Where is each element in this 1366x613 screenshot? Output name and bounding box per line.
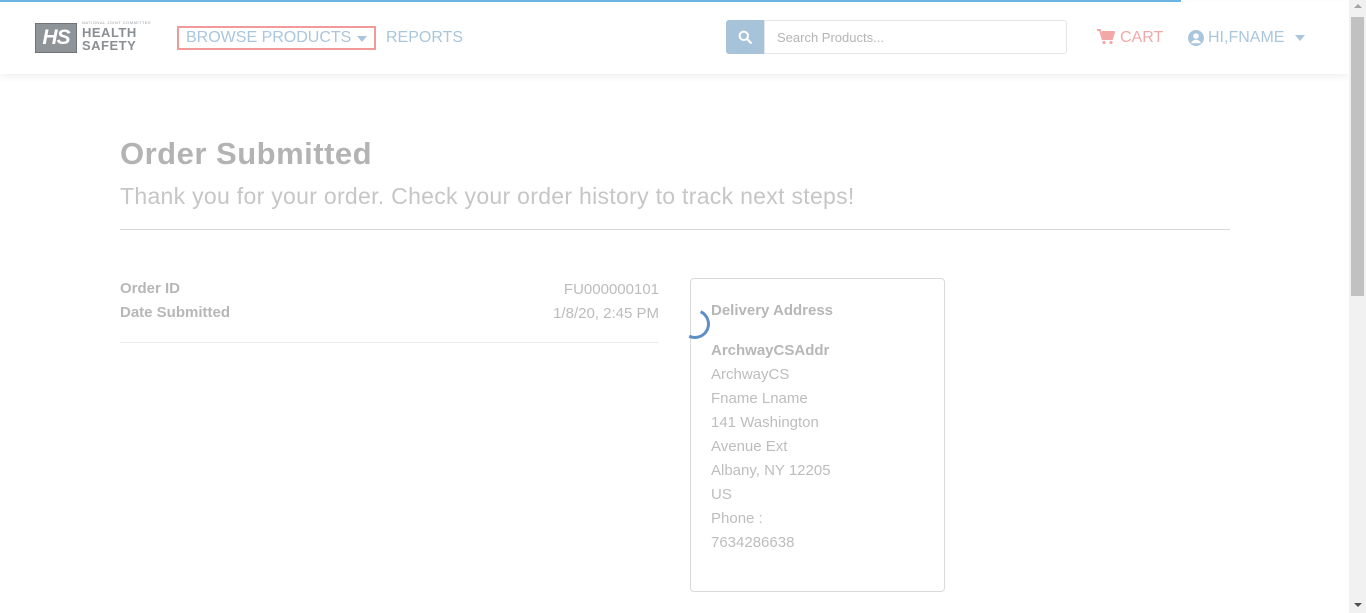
browse-products-label: BROWSE PRODUCTS — [186, 29, 352, 46]
address-line: Fname Lname — [711, 390, 808, 407]
address-line: US — [711, 486, 732, 503]
caret-down-icon — [357, 36, 367, 42]
user-menu-dropdown[interactable]: HI,FNAME — [1188, 28, 1318, 48]
address-line: Albany, NY 12205 — [711, 462, 831, 479]
address-line: 141 Washington — [711, 414, 819, 431]
cart-icon — [1097, 29, 1115, 45]
date-submitted-value: 1/8/20, 2:45 PM — [553, 305, 659, 322]
page-subtitle: Thank you for your order. Check your ord… — [120, 183, 855, 209]
reports-link[interactable]: REPORTS — [386, 28, 463, 48]
address-line: Avenue Ext — [711, 438, 788, 455]
browse-products-dropdown[interactable]: BROWSE PRODUCTS — [177, 26, 376, 50]
search-icon — [738, 30, 752, 44]
delivery-address-heading: Delivery Address — [711, 302, 834, 319]
order-id-label: Order ID — [120, 280, 181, 297]
logo-line-2: SAFETY — [82, 38, 137, 53]
logo-mark: HS — [35, 23, 77, 53]
caret-down-icon — [1295, 35, 1305, 41]
scroll-up-arrow-icon[interactable] — [1354, 4, 1362, 8]
address-line: ArchwayCS — [711, 366, 790, 383]
logo-wordmark: HEALTH SAFETY — [82, 26, 137, 52]
scroll-down-arrow-icon[interactable] — [1354, 603, 1362, 607]
cart-label: CART — [1120, 29, 1164, 46]
date-submitted-label: Date Submitted — [120, 304, 231, 321]
user-circle-icon — [1188, 30, 1204, 46]
search-input[interactable] — [764, 20, 1067, 54]
address-name: ArchwayCSAddr — [711, 342, 830, 359]
search-button[interactable] — [726, 20, 764, 54]
phone-label: Phone : — [711, 510, 763, 527]
page-scrollbar[interactable] — [1349, 0, 1366, 613]
user-greeting: HI,FNAME — [1208, 29, 1285, 46]
delivery-address-card: Delivery Address ArchwayCSAddr ArchwayCS… — [690, 278, 945, 592]
phone-number: 7634286638 — [711, 534, 795, 551]
order-id-value: FU000000101 — [563, 281, 659, 298]
scrollbar-thumb[interactable] — [1351, 17, 1364, 296]
page-title: Order Submitted — [120, 136, 373, 171]
health-safety-logo[interactable]: HS NATIONAL JOINT COMMITTEE HEALTH SAFET… — [35, 20, 155, 56]
section-divider — [120, 229, 1230, 230]
top-navbar: HS NATIONAL JOINT COMMITTEE HEALTH SAFET… — [0, 2, 1349, 74]
order-summary-divider — [120, 342, 659, 343]
